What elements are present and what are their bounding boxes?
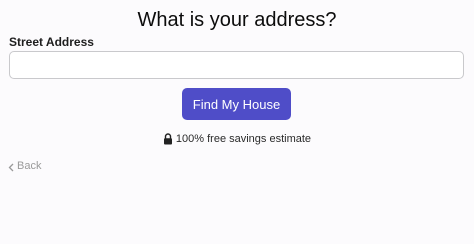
street-address-label: Street Address bbox=[9, 35, 94, 49]
page-title: What is your address? bbox=[137, 9, 337, 31]
find-my-house-button[interactable]: Find My House bbox=[182, 88, 291, 120]
free-estimate-note: 100% free savings estimate bbox=[0, 132, 474, 146]
free-estimate-text: 100% free savings estimate bbox=[175, 133, 312, 145]
back-label: Back bbox=[17, 160, 42, 172]
chevron-left-icon bbox=[8, 162, 14, 171]
lock-icon bbox=[163, 133, 173, 145]
address-page: What is your address? Street Address Fin… bbox=[0, 0, 474, 244]
back-link[interactable]: Back bbox=[8, 159, 41, 173]
street-address-input[interactable] bbox=[9, 51, 464, 79]
